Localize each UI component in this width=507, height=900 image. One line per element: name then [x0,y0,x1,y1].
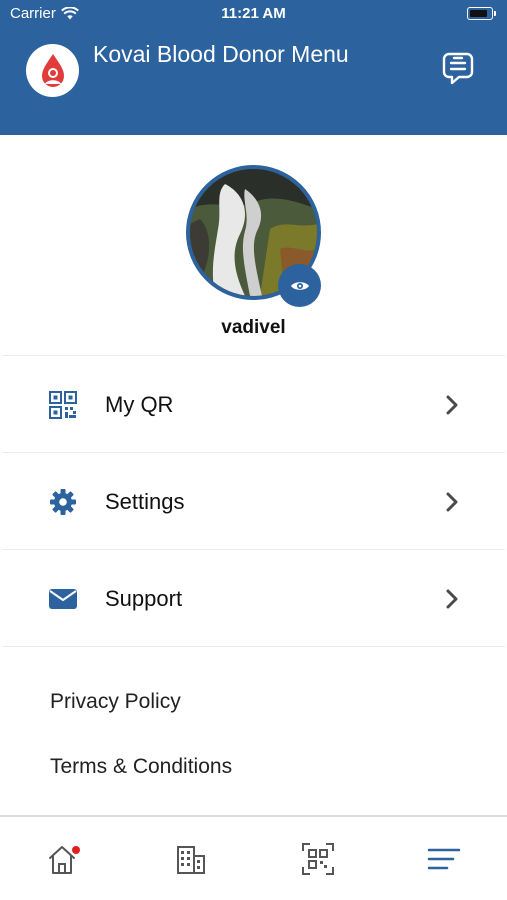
view-profile-button[interactable] [278,264,321,307]
status-bar: Carrier 11:21 AM [0,0,507,30]
menu-item-label: Settings [105,489,185,514]
chevron-right-icon [446,395,458,415]
chevron-right-icon [446,492,458,512]
tab-menu[interactable] [424,839,464,879]
menu-icon [427,848,461,870]
qr-scan-icon [302,843,334,875]
menu-item-label: Support [105,586,183,611]
username: vadivel [221,317,286,338]
tab-organizations[interactable] [171,839,211,879]
privacy-policy-link[interactable]: Privacy Policy [50,690,181,714]
profile-section: vadivel [0,135,507,355]
menu-item-settings[interactable]: Settings [2,453,505,550]
eye-icon [290,281,309,290]
terms-conditions-link[interactable]: Terms & Conditions [50,755,232,779]
bottom-tab-bar [0,815,507,900]
status-time: 11:21 AM [221,5,286,22]
menu-list: My QR Settings Support [2,355,505,647]
app-header: Kovai Blood Donor Menu [0,30,507,135]
menu-item-label: My QR [105,392,174,417]
tab-scan[interactable] [298,839,338,879]
notification-badge [72,846,80,854]
chat-button[interactable] [441,50,475,88]
chevron-right-icon [446,589,458,609]
battery-icon [467,7,496,20]
tab-home[interactable] [44,839,84,879]
envelope-icon [48,584,78,614]
qr-code-icon [48,390,78,420]
menu-item-support[interactable]: Support [2,550,505,647]
app-logo [26,44,79,97]
menu-item-my-qr[interactable]: My QR [2,356,505,453]
home-icon [49,846,80,874]
page-title: Kovai Blood Donor Menu [93,41,349,67]
gear-icon [48,487,78,517]
building-icon [177,846,205,874]
chat-icon [442,52,474,85]
blood-drop-person-icon [41,53,64,87]
